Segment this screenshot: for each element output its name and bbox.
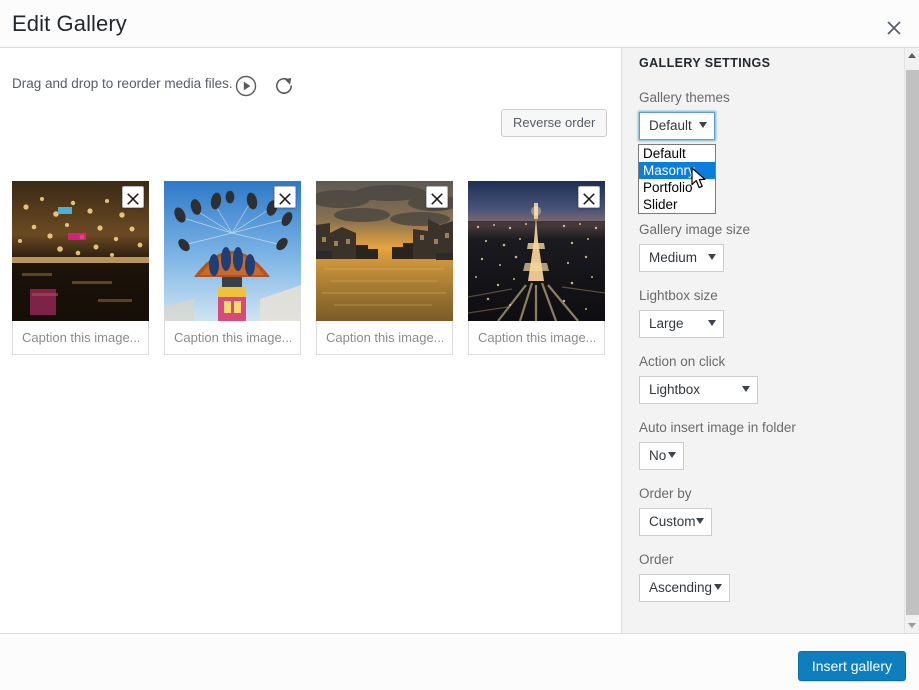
field-order-by: Order by Custom bbox=[639, 486, 712, 536]
field-action-on-click: Action on click Lightbox bbox=[639, 354, 758, 404]
chevron-down-icon bbox=[742, 386, 750, 392]
select-value: No bbox=[640, 443, 683, 469]
scrollbar-thumb[interactable] bbox=[906, 70, 919, 615]
play-circle-icon[interactable] bbox=[234, 74, 258, 98]
gallery-toolbar: Drag and drop to reorder media files. Re… bbox=[0, 48, 621, 116]
field-gallery-themes: Gallery themes Default bbox=[639, 90, 730, 140]
image-caption-input[interactable] bbox=[164, 321, 301, 355]
gallery-editor-region: Drag and drop to reorder media files. Re… bbox=[0, 48, 622, 633]
settings-heading: GALLERY SETTINGS bbox=[639, 56, 770, 70]
chevron-down-icon bbox=[708, 320, 716, 326]
action-on-click-select[interactable]: Lightbox bbox=[639, 376, 758, 404]
dropdown-option-slider[interactable]: Slider bbox=[639, 196, 715, 213]
gallery-settings-panel: GALLERY SETTINGS Gallery themes Default … bbox=[622, 48, 904, 633]
image-caption-input[interactable] bbox=[12, 321, 149, 355]
page-title: Edit Gallery bbox=[12, 11, 127, 37]
gallery-item[interactable] bbox=[164, 181, 301, 355]
auto-insert-image-select[interactable]: No bbox=[639, 442, 684, 470]
close-icon bbox=[275, 193, 295, 205]
image-caption-input[interactable] bbox=[316, 321, 453, 355]
chevron-up-icon bbox=[908, 53, 916, 58]
chevron-down-icon bbox=[668, 452, 676, 458]
lightbox-size-select[interactable]: Large bbox=[639, 310, 724, 338]
remove-image-button[interactable] bbox=[426, 186, 448, 208]
field-lightbox-size: Lightbox size Large bbox=[639, 288, 724, 338]
scroll-up-button[interactable] bbox=[905, 48, 919, 63]
chevron-down-icon bbox=[714, 584, 722, 590]
field-label: Gallery image size bbox=[639, 222, 750, 237]
modal-footer: Insert gallery bbox=[0, 633, 919, 690]
gallery-item[interactable] bbox=[468, 181, 605, 355]
close-modal-button[interactable] bbox=[877, 8, 911, 40]
refresh-icon[interactable] bbox=[272, 74, 296, 98]
close-icon bbox=[877, 21, 911, 35]
dropdown-option-portfolio[interactable]: Portfolio bbox=[639, 179, 715, 196]
remove-image-button[interactable] bbox=[578, 186, 600, 208]
thumbnail-container[interactable] bbox=[12, 181, 149, 321]
gallery-image-size-select[interactable]: Medium bbox=[639, 244, 724, 272]
thumbnail-container[interactable] bbox=[164, 181, 301, 321]
chevron-down-icon bbox=[699, 122, 707, 128]
dropdown-option-default[interactable]: Default bbox=[639, 145, 715, 162]
dropdown-option-masonry[interactable]: Masonry bbox=[639, 162, 715, 179]
gallery-item[interactable] bbox=[316, 181, 453, 355]
image-caption-input[interactable] bbox=[468, 321, 605, 355]
order-select[interactable]: Ascending bbox=[639, 574, 730, 602]
gallery-themes-select[interactable]: Default bbox=[639, 112, 715, 140]
field-order: Order Ascending bbox=[639, 552, 730, 602]
field-gallery-image-size: Gallery image size Medium bbox=[639, 222, 750, 272]
scroll-down-button[interactable] bbox=[905, 618, 919, 633]
field-label: Lightbox size bbox=[639, 288, 724, 303]
field-label: Auto insert image in folder bbox=[639, 420, 796, 435]
edit-gallery-modal: Edit Gallery Drag and drop to reorder me… bbox=[0, 0, 919, 690]
close-icon bbox=[427, 193, 447, 205]
field-auto-insert-image: Auto insert image in folder No bbox=[639, 420, 796, 470]
modal-titlebar: Edit Gallery bbox=[0, 0, 919, 48]
reverse-order-button[interactable]: Reverse order bbox=[501, 109, 607, 137]
close-icon bbox=[123, 193, 143, 205]
chevron-down-icon bbox=[696, 518, 704, 524]
field-label: Order by bbox=[639, 486, 712, 501]
select-value: Lightbox bbox=[640, 377, 757, 403]
drag-drop-hint: Drag and drop to reorder media files. bbox=[12, 76, 233, 91]
order-by-select[interactable]: Custom bbox=[639, 508, 712, 536]
settings-scrollbar[interactable] bbox=[904, 48, 919, 633]
thumbnail-container[interactable] bbox=[316, 181, 453, 321]
thumbnail-container[interactable] bbox=[468, 181, 605, 321]
remove-image-button[interactable] bbox=[122, 186, 144, 208]
chevron-down-icon bbox=[708, 254, 716, 260]
field-label: Gallery themes bbox=[639, 90, 730, 105]
gallery-items-grid bbox=[12, 181, 612, 355]
chevron-down-icon bbox=[908, 623, 916, 628]
insert-gallery-button[interactable]: Insert gallery bbox=[798, 651, 906, 681]
close-icon bbox=[579, 193, 599, 205]
field-label: Action on click bbox=[639, 354, 758, 369]
gallery-themes-dropdown-options[interactable]: Default Masonry Portfolio Slider bbox=[638, 144, 716, 214]
field-label: Order bbox=[639, 552, 730, 567]
gallery-item[interactable] bbox=[12, 181, 149, 355]
remove-image-button[interactable] bbox=[274, 186, 296, 208]
